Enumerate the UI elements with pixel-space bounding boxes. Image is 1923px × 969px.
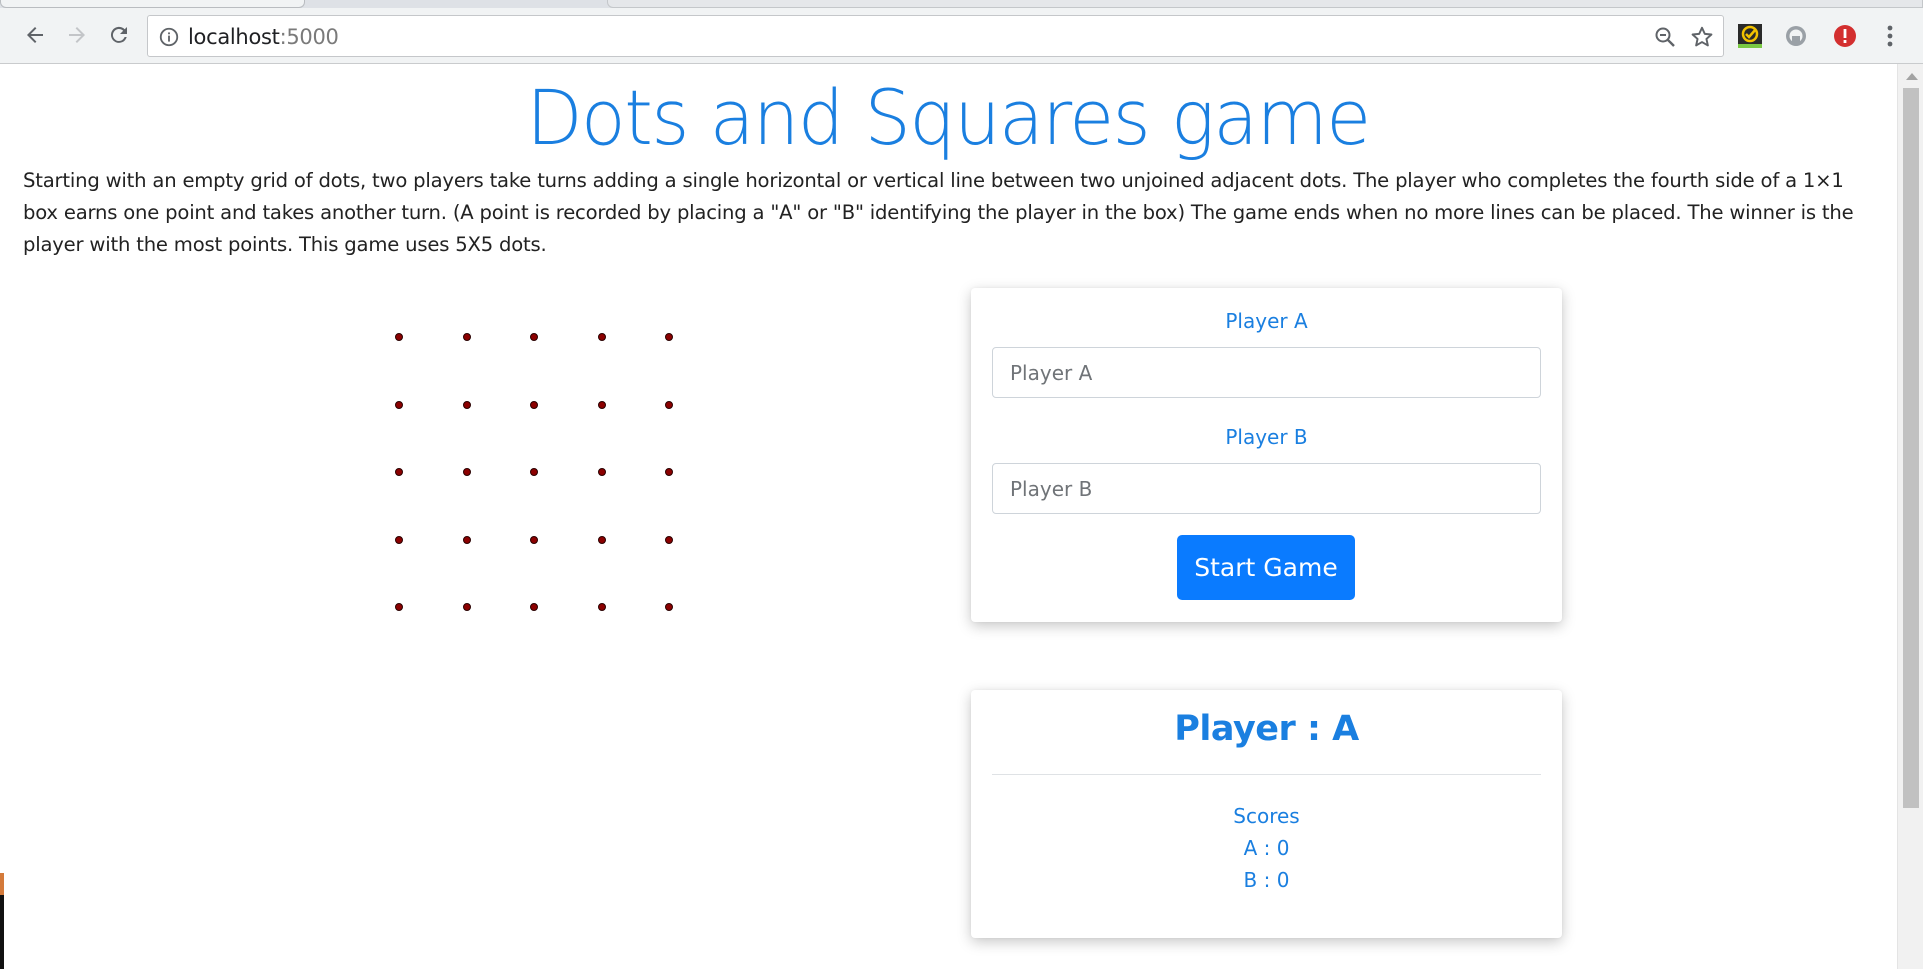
page-title: Dots and Squares game bbox=[526, 73, 1371, 162]
grid-dot[interactable] bbox=[462, 400, 471, 409]
grid-dot[interactable] bbox=[665, 400, 673, 409]
grid-dot[interactable] bbox=[665, 468, 673, 476]
grid-dot[interactable] bbox=[597, 468, 606, 476]
player-b-input[interactable] bbox=[992, 463, 1541, 514]
star-icon[interactable] bbox=[1689, 24, 1715, 50]
menu-icon bbox=[1887, 25, 1893, 47]
back-icon bbox=[27, 27, 43, 43]
grid-dot[interactable] bbox=[597, 400, 606, 409]
extension-alert-button[interactable] bbox=[1831, 22, 1859, 50]
vertical-scrollbar[interactable] bbox=[1897, 64, 1923, 969]
forward-icon bbox=[69, 27, 85, 43]
back-button[interactable] bbox=[17, 17, 53, 53]
tab-inactive[interactable] bbox=[607, 0, 1923, 8]
left-edge-artifact bbox=[0, 873, 4, 895]
grid-dot[interactable] bbox=[462, 535, 471, 544]
grid-dot[interactable] bbox=[462, 333, 471, 341]
player-setup-card: Player A Player B Start Game bbox=[971, 288, 1562, 622]
left-edge-artifact-dark bbox=[0, 895, 4, 969]
current-player-heading: Player : A bbox=[1174, 709, 1359, 749]
page-content: Dots and Squares game Starting with an e… bbox=[0, 65, 1896, 969]
grid-dot[interactable] bbox=[395, 468, 403, 476]
player-a-label: Player A bbox=[1225, 309, 1308, 333]
extension-circle-button[interactable] bbox=[1782, 22, 1810, 50]
scores-label: Scores bbox=[1233, 804, 1300, 828]
extension-alert-icon bbox=[1834, 25, 1856, 47]
browser-toolbar: localhost:5000 bbox=[0, 8, 1923, 64]
forward-button[interactable] bbox=[59, 17, 95, 53]
divider bbox=[992, 774, 1541, 775]
grid-dot[interactable] bbox=[597, 603, 606, 611]
extension-circle-icon bbox=[1786, 26, 1806, 46]
grid-dot[interactable] bbox=[395, 400, 403, 409]
grid-dot[interactable] bbox=[395, 535, 403, 544]
reload-icon bbox=[110, 26, 127, 43]
reload-button[interactable] bbox=[101, 17, 137, 53]
extension-check-button[interactable] bbox=[1736, 22, 1764, 50]
zoom-icon[interactable] bbox=[1653, 25, 1677, 49]
grid-dot[interactable] bbox=[395, 603, 403, 611]
tab-active[interactable] bbox=[0, 0, 305, 8]
grid-dot[interactable] bbox=[462, 468, 471, 476]
browser-menu-button[interactable] bbox=[1876, 22, 1904, 50]
grid-dot[interactable] bbox=[530, 400, 538, 409]
score-b: B : 0 bbox=[1243, 868, 1290, 892]
grid-dot[interactable] bbox=[597, 333, 606, 341]
game-description: Starting with an empty grid of dots, two… bbox=[23, 169, 1854, 256]
start-game-button[interactable]: Start Game bbox=[1177, 535, 1355, 600]
grid-dot[interactable] bbox=[665, 535, 673, 544]
player-a-input[interactable] bbox=[992, 347, 1541, 398]
tab-strip bbox=[0, 0, 1923, 8]
url-port: :5000 bbox=[279, 25, 339, 49]
dot-grid[interactable] bbox=[395, 333, 685, 623]
scrollbar-thumb[interactable] bbox=[1903, 88, 1919, 808]
grid-dot[interactable] bbox=[530, 333, 538, 341]
grid-dot[interactable] bbox=[530, 468, 538, 476]
grid-dot[interactable] bbox=[530, 535, 538, 544]
game-status-card: Player : A Scores A : 0 B : 0 bbox=[971, 690, 1562, 938]
extension-check-icon bbox=[1738, 24, 1762, 48]
grid-dot[interactable] bbox=[665, 333, 673, 341]
grid-dot[interactable] bbox=[530, 603, 538, 611]
address-bar[interactable]: localhost:5000 bbox=[147, 15, 1724, 57]
url-text: localhost:5000 bbox=[188, 25, 339, 49]
score-a: A : 0 bbox=[1243, 836, 1290, 860]
player-b-label: Player B bbox=[1225, 425, 1308, 449]
url-host: localhost bbox=[188, 25, 280, 49]
grid-dot[interactable] bbox=[395, 333, 403, 341]
scroll-up-arrow-icon[interactable] bbox=[1906, 73, 1918, 80]
grid-dot[interactable] bbox=[462, 603, 471, 611]
grid-dot[interactable] bbox=[597, 535, 606, 544]
grid-dot[interactable] bbox=[665, 603, 673, 611]
info-icon[interactable] bbox=[158, 26, 180, 48]
